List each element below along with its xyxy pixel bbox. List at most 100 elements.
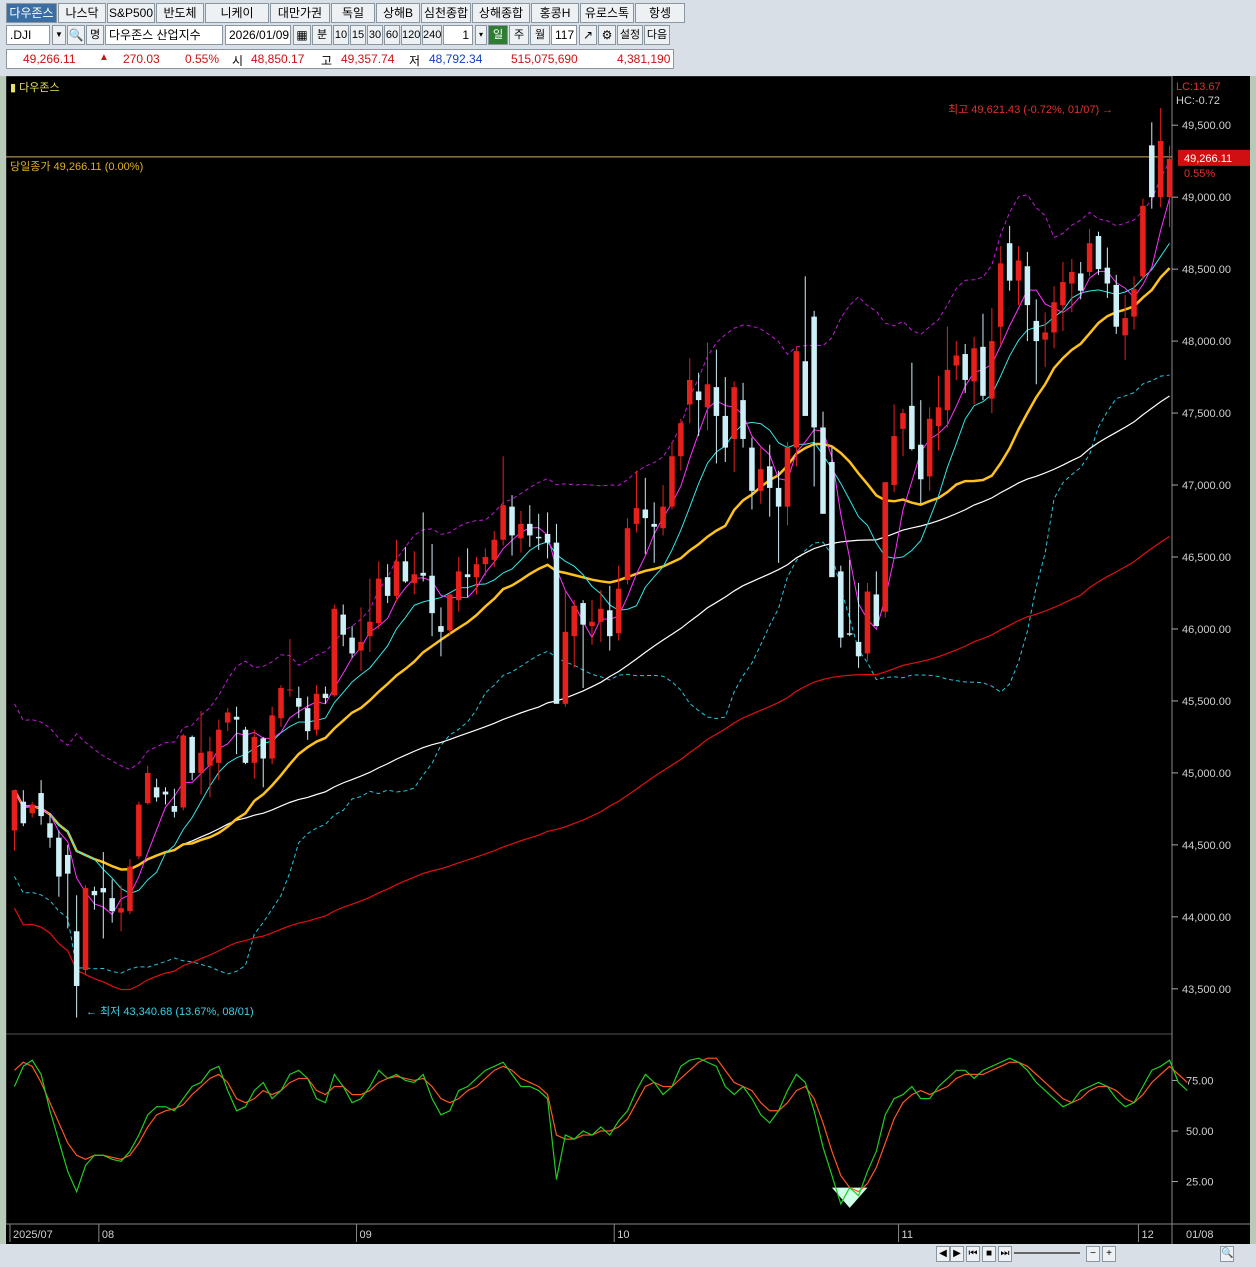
last-price: 49,266.11 bbox=[23, 52, 76, 66]
zoom-slider[interactable] bbox=[1014, 1252, 1080, 1254]
tab-12[interactable]: 항셍 bbox=[635, 3, 685, 23]
tab-10[interactable]: 홍콩H bbox=[531, 3, 579, 23]
low-value: 48,792.34 bbox=[429, 52, 483, 66]
status-button-5[interactable]: − bbox=[1086, 1246, 1100, 1262]
candle-body bbox=[384, 577, 391, 596]
candle-body bbox=[420, 572, 426, 576]
interval-10-button[interactable]: 10 bbox=[333, 25, 349, 45]
candle-body bbox=[100, 888, 107, 893]
gear-icon[interactable]: ⚙ bbox=[598, 25, 616, 45]
status-button-1[interactable]: ▶ bbox=[950, 1246, 964, 1262]
status-button-4[interactable]: ⏭ bbox=[998, 1246, 1012, 1262]
interval-120-button[interactable]: 120 bbox=[401, 25, 421, 45]
candle-body bbox=[882, 482, 888, 612]
chart-title: ▮ 다우존스 bbox=[10, 81, 60, 94]
candle-body bbox=[162, 791, 169, 795]
candle-body bbox=[127, 866, 133, 912]
osc-pane-border bbox=[6, 1033, 1173, 1225]
minute-button[interactable]: 분 bbox=[312, 25, 332, 45]
candle-body bbox=[118, 908, 124, 913]
candle-body bbox=[20, 801, 27, 824]
up-triangle-icon: ▲ bbox=[99, 52, 109, 63]
high-value: 49,357.74 bbox=[341, 52, 395, 66]
candle-body bbox=[29, 804, 35, 814]
date-tag: 01/08 bbox=[1186, 1229, 1214, 1241]
candle-body bbox=[793, 351, 800, 448]
date-field[interactable]: 2026/01/09 bbox=[225, 25, 291, 45]
tab-6[interactable]: 독일 bbox=[331, 3, 375, 23]
interval-30-button[interactable]: 30 bbox=[367, 25, 383, 45]
candle-body bbox=[544, 533, 551, 543]
name-button[interactable]: 명 bbox=[86, 25, 104, 45]
tab-0[interactable]: 다우존스 bbox=[6, 3, 57, 23]
candle-body bbox=[91, 890, 98, 896]
last-price-tag: 49,266.11 bbox=[1184, 153, 1232, 165]
search-icon[interactable]: 🔍 bbox=[67, 25, 85, 45]
index-tabs: 다우존스 나스닥 S&P500 반도체 니케이 대만가권 독일 상해B 심천종합 상해종합 홍콩H 유… bbox=[6, 3, 686, 23]
tab-3[interactable]: 반도체 bbox=[156, 3, 204, 23]
candle-body bbox=[820, 427, 826, 514]
candle-body bbox=[296, 698, 302, 707]
candle-body bbox=[775, 487, 782, 507]
candle-body bbox=[1149, 145, 1155, 198]
candle-body bbox=[1024, 266, 1031, 306]
chart-area[interactable]: 43,500.00 44,000.00 44,500.00 45,000.00 45,5… bbox=[6, 76, 1250, 1244]
price-chart-svg[interactable]: 43,500.00 44,000.00 44,500.00 45,000.00 45,5… bbox=[6, 76, 1250, 1244]
change-value: 270.03 bbox=[123, 52, 160, 66]
period-2-button[interactable]: 월 bbox=[530, 25, 550, 45]
calendar-icon[interactable]: ▦ bbox=[293, 25, 311, 45]
status-button-6[interactable]: + bbox=[1102, 1246, 1116, 1262]
candle-body bbox=[784, 447, 791, 507]
price-pane-border bbox=[6, 76, 1173, 1035]
price-tick-label: 48,000.00 bbox=[1182, 336, 1231, 348]
candle-body bbox=[56, 837, 62, 877]
dropdown-arrow-icon[interactable]: ▼ bbox=[52, 25, 66, 45]
candle-body bbox=[1060, 282, 1066, 306]
count-input[interactable]: 1 bbox=[443, 25, 473, 45]
settings-button[interactable]: 설정 bbox=[617, 25, 643, 45]
tab-4[interactable]: 니케이 bbox=[205, 3, 269, 23]
candle-body bbox=[322, 693, 329, 699]
spinner-icon[interactable]: ▾ bbox=[475, 25, 487, 45]
tab-11[interactable]: 유로스톡 bbox=[580, 3, 634, 23]
candle-body bbox=[642, 509, 649, 519]
candle-body bbox=[73, 931, 80, 986]
candle-body bbox=[953, 355, 960, 366]
candle-body bbox=[287, 689, 293, 691]
period-0-button[interactable]: 일 bbox=[488, 25, 508, 45]
candle-body bbox=[375, 578, 382, 624]
bar-count-input[interactable]: 117 bbox=[551, 25, 577, 45]
price-tick-label: 49,500.00 bbox=[1182, 120, 1231, 132]
tab-2[interactable]: S&P500 bbox=[107, 3, 155, 23]
candle-body bbox=[562, 631, 569, 704]
status-button-3[interactable]: ■ bbox=[982, 1246, 996, 1262]
date-tick-label: 10 bbox=[617, 1229, 629, 1241]
tab-9[interactable]: 상해종합 bbox=[472, 3, 530, 23]
candle-body bbox=[598, 608, 604, 622]
tab-1[interactable]: 나스닥 bbox=[58, 3, 106, 23]
candle-body bbox=[580, 603, 586, 625]
status-button-7[interactable]: 🔍 bbox=[1220, 1246, 1234, 1262]
status-button-2[interactable]: ⏮ bbox=[966, 1246, 980, 1262]
symbol-input[interactable]: .DJI bbox=[6, 25, 50, 45]
period-1-button[interactable]: 주 bbox=[509, 25, 529, 45]
candle-body bbox=[535, 536, 542, 539]
tab-8[interactable]: 심천종합 bbox=[421, 3, 471, 23]
candle-body bbox=[367, 621, 373, 637]
candle-body bbox=[82, 888, 89, 971]
interval-240-button[interactable]: 240 bbox=[422, 25, 442, 45]
date-tick-label: 08 bbox=[102, 1229, 114, 1241]
candle-body bbox=[153, 787, 160, 798]
chart-type-icon[interactable]: ↗ bbox=[579, 25, 597, 45]
change-percent: 0.55% bbox=[185, 52, 220, 66]
prev-close-label: 당일종가 49,266.11 (0.00%) bbox=[10, 159, 143, 173]
low-label: 저 bbox=[409, 54, 421, 68]
next-button[interactable]: 다음 bbox=[644, 25, 670, 45]
status-button-0[interactable]: ◀ bbox=[936, 1246, 950, 1262]
tab-5[interactable]: 대만가권 bbox=[270, 3, 330, 23]
interval-60-button[interactable]: 60 bbox=[384, 25, 400, 45]
interval-15-button[interactable]: 15 bbox=[350, 25, 366, 45]
tab-7[interactable]: 상해B bbox=[376, 3, 420, 23]
candle-body bbox=[11, 790, 18, 831]
candle-body bbox=[198, 752, 204, 773]
